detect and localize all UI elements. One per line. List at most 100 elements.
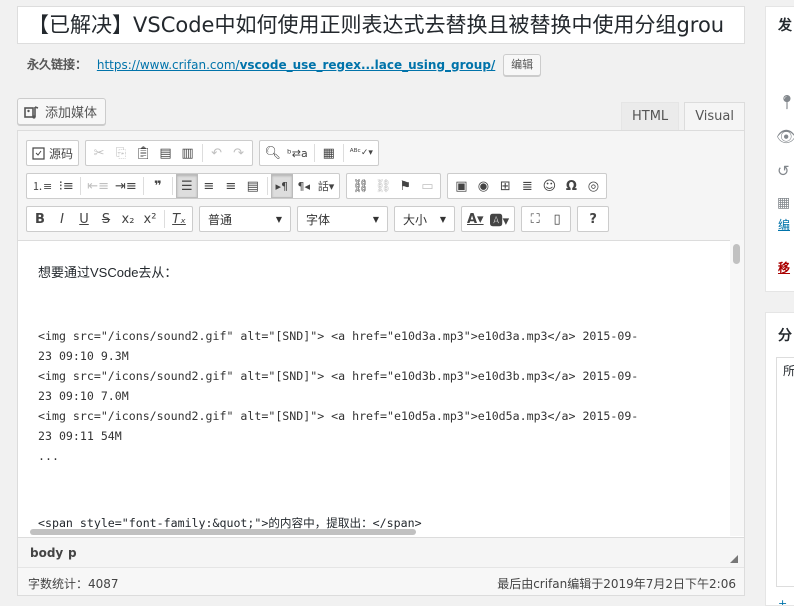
unlink-icon[interactable]: ⛓	[372, 174, 395, 198]
category-tab-panel: 所	[776, 357, 794, 587]
calendar-icon: ▦	[777, 195, 791, 211]
scroll-thumb[interactable]	[733, 244, 740, 264]
undo-icon[interactable]: ↶	[206, 141, 228, 165]
separator	[164, 210, 165, 228]
emoticon-icon[interactable]: ☺	[538, 174, 560, 198]
color-group: A▾ 🅰︎▾	[461, 206, 516, 232]
paste-text-icon[interactable]: ▤	[155, 141, 177, 165]
permalink-row: 永久链接： https://www.crifan.com/vscode_use_…	[27, 54, 542, 76]
size-select[interactable]: 大小 ▼	[394, 206, 455, 232]
redo-icon[interactable]: ↷	[228, 141, 250, 165]
editor: 源码 ✂ ⎘ 📋︎ ▤ ▥ ↶ ↷ 🔍︎ ᵇ⇄a ▦ ᴬᴮᶜ✓▾ ⒈≡ ⁝≡ ⇤…	[17, 130, 745, 596]
special-char-icon[interactable]: Ω	[560, 174, 582, 198]
align-right-icon[interactable]: ≡	[220, 174, 242, 198]
align-justify-icon[interactable]: ▤	[242, 174, 264, 198]
image-icon[interactable]: ▣	[450, 174, 472, 198]
link-group: ⛓ ⛓ ⚑ ▭	[346, 173, 442, 199]
post-title-field[interactable]: 【已解决】VSCode中如何使用正则表达式去替换且被替换中使用分组grou	[17, 6, 745, 44]
add-media-button[interactable]: 添加媒体	[17, 98, 107, 125]
bg-color-icon[interactable]: 🅰︎▾	[487, 207, 513, 231]
edit-permalink-button[interactable]: 编辑	[503, 54, 542, 76]
code-icon[interactable]: ◎	[582, 174, 604, 198]
trash-link[interactable]: 移	[778, 259, 790, 276]
category-box: 分 所 +	[765, 312, 794, 606]
publish-box: 发 📍︎ 👁︎ ↺ ▦ 编 移	[765, 6, 794, 292]
indent-icon[interactable]: ⇥≡	[112, 174, 140, 198]
horizontal-scrollbar[interactable]	[18, 527, 732, 537]
code-line: 23 09:10 9.3M	[38, 349, 129, 363]
unordered-list-icon[interactable]: ⁝≡	[55, 174, 77, 198]
source-icon	[32, 146, 45, 160]
separator	[313, 144, 315, 162]
scroll-thumb[interactable]	[30, 529, 416, 535]
align-left-icon[interactable]: ☰	[175, 174, 198, 198]
help-icon[interactable]: ?	[580, 207, 606, 231]
path-item-p[interactable]: p	[68, 546, 77, 560]
path-item-body[interactable]: body	[30, 546, 63, 560]
anchor-icon[interactable]: ⚑	[394, 174, 416, 198]
media-icon[interactable]: ◉	[472, 174, 494, 198]
show-blocks-icon[interactable]: ▯	[546, 207, 568, 231]
copy-icon[interactable]: ⎘	[110, 141, 132, 165]
lang-icon[interactable]: 話▾	[315, 174, 338, 198]
table-icon[interactable]: ⊞	[494, 174, 516, 198]
outdent-icon[interactable]: ⇤≡	[84, 174, 112, 198]
find-group: 🔍︎ ᵇ⇄a ▦ ᴬᴮᶜ✓▾	[258, 140, 379, 166]
pagebreak-icon[interactable]: ▭	[416, 174, 438, 198]
toolbar-row-3: B I U S x₂ x² Tₓ 普通 ▼ 字体 ▼ 大小 ▼ A▾ 🅰︎▾ ⛶ ▯ …	[26, 206, 615, 232]
content-intro: 想要通过VSCode去从：	[38, 265, 178, 280]
find-icon[interactable]: 🔍︎	[262, 141, 285, 165]
hr-icon[interactable]: ≣	[516, 174, 538, 198]
paste-icon[interactable]: 📋︎	[132, 141, 155, 165]
source-label: 源码	[49, 146, 74, 161]
source-group: 源码	[26, 140, 80, 166]
ltr-icon[interactable]: ▸¶	[270, 174, 293, 198]
strikethrough-icon[interactable]: S	[95, 207, 117, 231]
chevron-down-icon: ▼	[439, 214, 446, 224]
rtl-icon[interactable]: ¶◂	[293, 174, 315, 198]
paste-word-icon[interactable]: ▥	[177, 141, 199, 165]
source-button[interactable]: 源码	[29, 141, 76, 165]
code-line: <img src="/icons/sound2.gif" alt="[SND]"…	[38, 329, 639, 343]
cut-icon[interactable]: ✂	[88, 141, 110, 165]
toggle-toolbar-icon[interactable]: ▦	[318, 141, 340, 165]
add-category-link[interactable]: +	[778, 597, 787, 605]
separator	[266, 177, 268, 195]
word-count: 字数统计：4087	[28, 577, 119, 591]
font-select[interactable]: 字体 ▼	[297, 206, 388, 232]
chevron-down-icon: ▼	[372, 214, 379, 224]
link-icon[interactable]: ⛓	[349, 174, 372, 198]
format-select[interactable]: 普通 ▼	[199, 206, 291, 232]
category-box-title: 分	[778, 328, 792, 344]
fullscreen-icon[interactable]: ⛶	[524, 207, 546, 231]
spellcheck-icon[interactable]: ᴬᴮᶜ✓▾	[347, 141, 376, 165]
view-group: ⛶ ▯	[521, 206, 572, 232]
toolbar-row-1: 源码 ✂ ⎘ 📋︎ ▤ ▥ ↶ ↷ 🔍︎ ᵇ⇄a ▦ ᴬᴮᶜ✓▾	[26, 140, 385, 166]
tab-visual[interactable]: Visual	[684, 102, 745, 130]
post-title-text: 【已解决】VSCode中如何使用正则表达式去替换且被替换中使用分组grou	[28, 13, 725, 37]
superscript-icon[interactable]: x²	[139, 207, 161, 231]
permalink-label: 永久链接：	[27, 57, 88, 72]
publish-box-title: 发	[778, 18, 792, 34]
code-line: 23 09:10 7.0M	[38, 389, 129, 403]
ordered-list-icon[interactable]: ⒈≡	[29, 174, 55, 198]
tab-html[interactable]: HTML	[621, 102, 680, 130]
align-center-icon[interactable]: ≡	[198, 174, 220, 198]
code-line: 23 09:11 54M	[38, 429, 122, 443]
bold-icon[interactable]: B	[29, 207, 51, 231]
editor-content[interactable]: 想要通过VSCode去从： <img src="/icons/sound2.gi…	[18, 240, 732, 536]
blockquote-icon[interactable]: ❞	[147, 174, 169, 198]
text-color-icon[interactable]: A▾	[464, 207, 487, 231]
vertical-scrollbar[interactable]	[730, 240, 744, 536]
edit-date-link[interactable]: 编	[778, 216, 790, 233]
history-icon: ↺	[777, 162, 790, 180]
content-code: <img src="/icons/sound2.gif" alt="[SND]"…	[38, 326, 638, 466]
italic-icon[interactable]: I	[51, 207, 73, 231]
replace-icon[interactable]: ᵇ⇄a	[284, 141, 311, 165]
underline-icon[interactable]: U	[73, 207, 95, 231]
resize-handle-icon[interactable]	[730, 555, 738, 563]
clear-format-icon[interactable]: Tₓ	[168, 207, 190, 231]
subscript-icon[interactable]: x₂	[117, 207, 139, 231]
permalink-link[interactable]: https://www.crifan.com/vscode_use_regex.…	[97, 58, 495, 72]
tab-all-categories[interactable]: 所	[783, 364, 794, 378]
